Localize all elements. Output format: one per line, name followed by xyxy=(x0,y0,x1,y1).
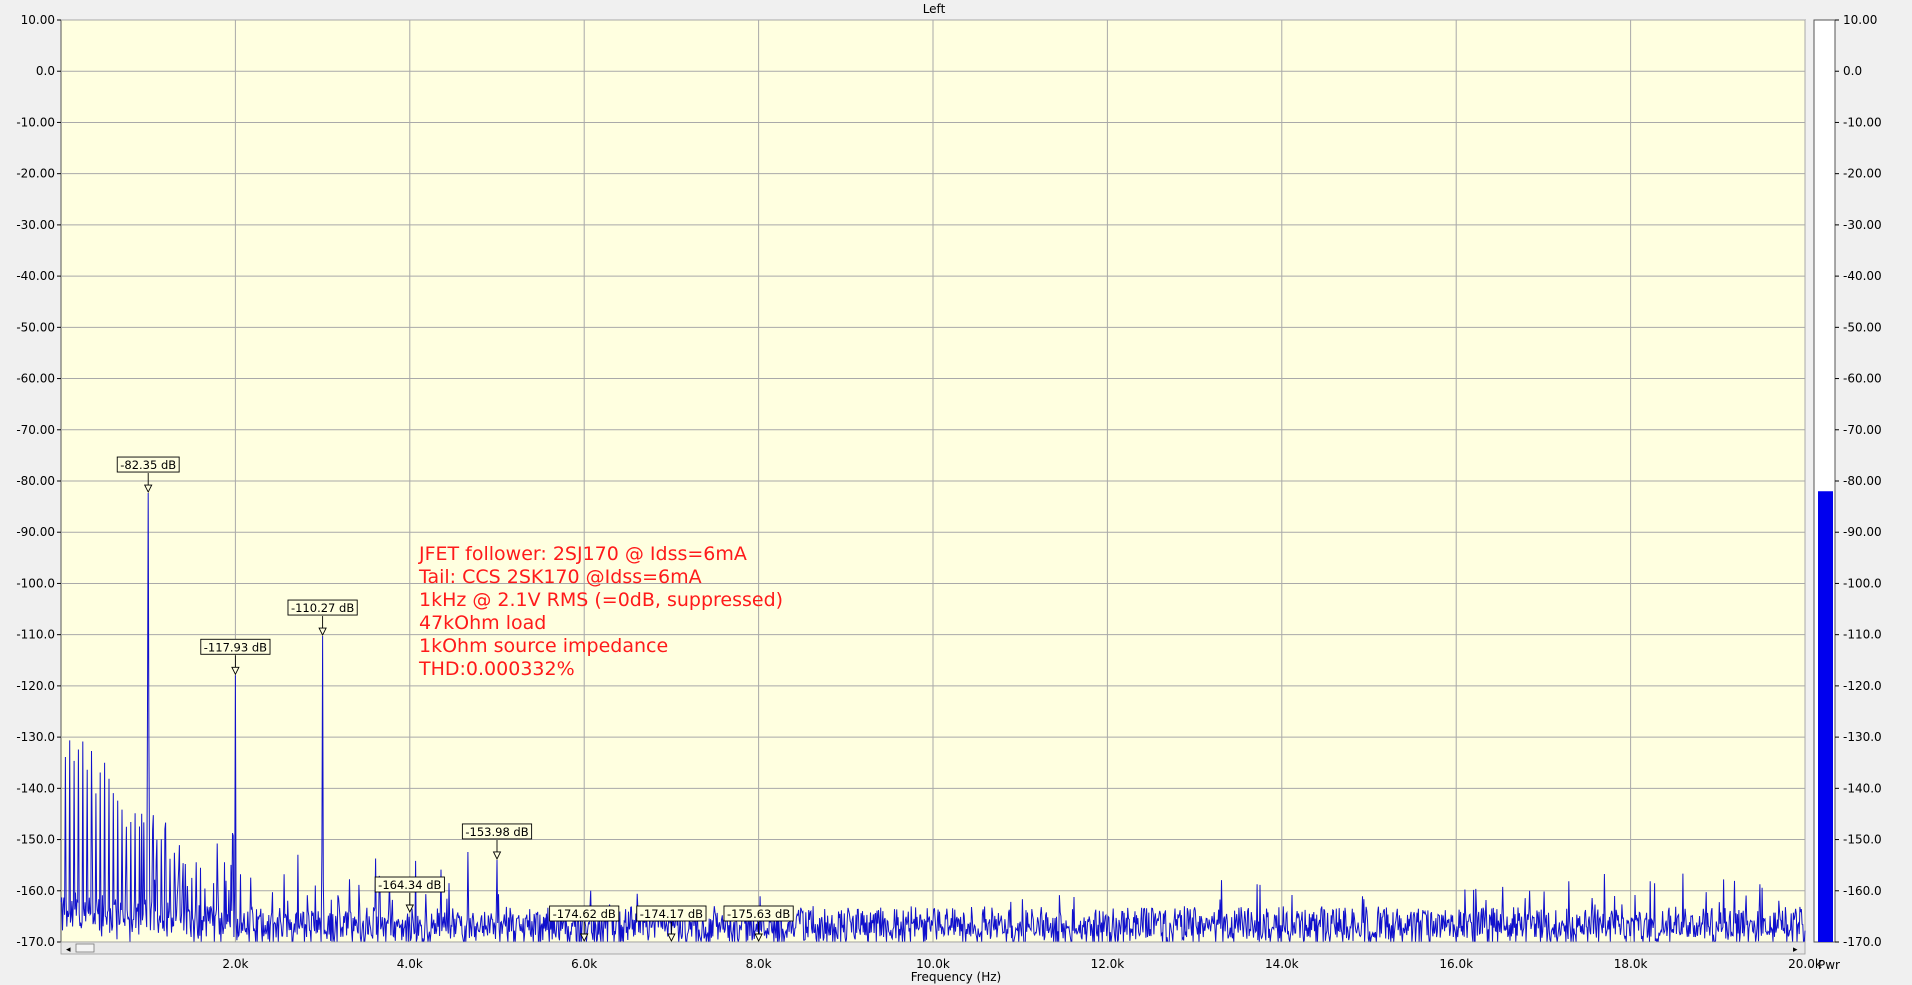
x-tick-label: 14.0k xyxy=(1265,957,1299,971)
annotation-line: Tail: CCS 2SK170 @Idss=6mA xyxy=(418,566,702,588)
marker-label: -82.35 dB xyxy=(120,458,176,472)
meter-tick-label: 10.00 xyxy=(1843,13,1877,27)
y-tick-label: -50.00 xyxy=(16,320,55,334)
x-axis-label: Frequency (Hz) xyxy=(911,970,1002,984)
marker-label: -174.17 dB xyxy=(640,907,703,921)
meter-tick-label: -10.00 xyxy=(1843,115,1882,129)
x-tick-label: 18.0k xyxy=(1614,957,1648,971)
y-tick-label: -40.00 xyxy=(16,269,55,283)
meter-tick-label: -110.0 xyxy=(1843,628,1882,642)
y-tick-label: -80.00 xyxy=(16,474,55,488)
meter-tick-label: -160.0 xyxy=(1843,884,1882,898)
y-tick-label: -120.0 xyxy=(16,679,55,693)
x-tick-label: 20.0k xyxy=(1788,957,1822,971)
chart-title: Left xyxy=(923,2,946,16)
marker-label: -110.27 dB xyxy=(291,601,354,615)
meter-tick-label: -30.00 xyxy=(1843,218,1882,232)
y-tick-label: -150.0 xyxy=(16,833,55,847)
scroll-right-arrow-icon[interactable]: ▸ xyxy=(1793,945,1798,955)
meter-tick-label: -90.00 xyxy=(1843,525,1882,539)
annotation-line: 1kHz @ 2.1V RMS (=0dB, suppressed) xyxy=(419,589,783,611)
meter-tick-label: -130.0 xyxy=(1843,730,1882,744)
annotation-line: 47kOhm load xyxy=(419,612,546,634)
scrollbar-thumb[interactable] xyxy=(75,943,95,953)
meter-tick-label: -170.0 xyxy=(1843,935,1882,949)
analyzer-window: -82.35 dB -117.93 dB -110.27 dB -164.34 dB -… xyxy=(0,0,1912,985)
y-tick-label: -70.00 xyxy=(16,423,55,437)
x-tick-label: 10.0k xyxy=(916,957,950,971)
marker-label: -153.98 dB xyxy=(465,825,528,839)
meter-tick-label: -70.00 xyxy=(1843,423,1882,437)
y-tick-label: -90.00 xyxy=(16,525,55,539)
x-tick-label: 8.0k xyxy=(746,957,772,971)
meter-tick-label: -50.00 xyxy=(1843,320,1882,334)
meter-tick-label: -100.0 xyxy=(1843,576,1882,590)
y-tick-label: -170.0 xyxy=(16,935,55,949)
marker-label: -175.63 dB xyxy=(727,907,790,921)
x-tick-label: 2.0k xyxy=(222,957,248,971)
spectrum-chart: -82.35 dB -117.93 dB -110.27 dB -164.34 dB -… xyxy=(0,0,1912,985)
meter-tick-label: -150.0 xyxy=(1843,833,1882,847)
x-tick-label: 16.0k xyxy=(1439,957,1473,971)
marker-label: -164.34 dB xyxy=(378,878,441,892)
meter-tick-label: -120.0 xyxy=(1843,679,1882,693)
scroll-left-arrow-icon[interactable]: ◂ xyxy=(66,945,71,955)
y-tick-label: -100.0 xyxy=(16,576,55,590)
meter-tick-label: -140.0 xyxy=(1843,781,1882,795)
y-tick-label: -10.00 xyxy=(16,115,55,129)
meter-tick-label: -80.00 xyxy=(1843,474,1882,488)
marker-label: -174.62 dB xyxy=(553,907,616,921)
x-tick-label: 12.0k xyxy=(1091,957,1125,971)
marker-label: -117.93 dB xyxy=(204,640,267,654)
annotation-line: JFET follower: 2SJ170 @ Idss=6mA xyxy=(418,543,747,565)
x-tick-label: 4.0k xyxy=(397,957,423,971)
x-tick-label: 6.0k xyxy=(571,957,597,971)
annotation-line: THD:0.000332% xyxy=(418,658,575,680)
y-tick-label: -110.0 xyxy=(16,628,55,642)
meter-tick-label: -40.00 xyxy=(1843,269,1882,283)
y-tick-label: 10.00 xyxy=(21,13,55,27)
y-tick-label: -130.0 xyxy=(16,730,55,744)
y-tick-label: -60.00 xyxy=(16,372,55,386)
y-tick-label: -140.0 xyxy=(16,781,55,795)
meter-level-bar xyxy=(1818,491,1833,942)
y-tick-label: 0.0 xyxy=(36,64,55,78)
meter-tick-label: -20.00 xyxy=(1843,167,1882,181)
annotation-line: 1kOhm source impedance xyxy=(419,635,668,657)
meter-tick-label: 0.0 xyxy=(1843,64,1862,78)
meter-tick-label: -60.00 xyxy=(1843,372,1882,386)
horizontal-scrollbar[interactable]: ◂ ▸ xyxy=(60,941,1806,955)
y-tick-label: -160.0 xyxy=(16,884,55,898)
y-tick-label: -30.00 xyxy=(16,218,55,232)
y-tick-label: -20.00 xyxy=(16,167,55,181)
meter-label: Pwr xyxy=(1818,958,1840,972)
